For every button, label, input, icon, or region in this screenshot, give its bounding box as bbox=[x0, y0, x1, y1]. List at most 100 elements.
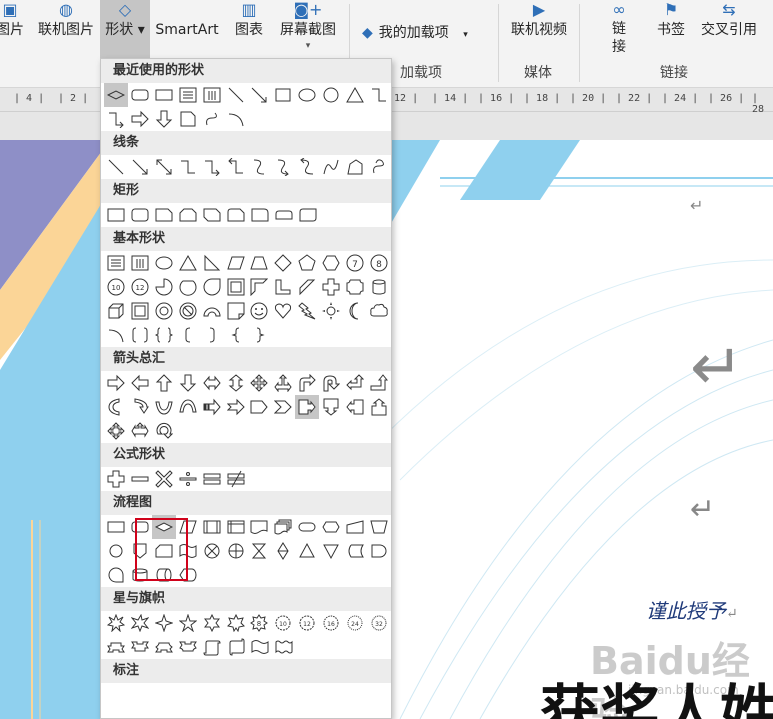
cloud-shape[interactable] bbox=[367, 299, 391, 323]
flowchart-merge-shape[interactable] bbox=[319, 539, 343, 563]
pictures-button[interactable]: ▣ 图片 bbox=[0, 0, 26, 60]
explosion-2-shape[interactable] bbox=[128, 611, 152, 635]
down-arrow-shape[interactable] bbox=[152, 107, 176, 131]
smartart-button[interactable]: SmartArt bbox=[152, 0, 222, 60]
up-down-arrow-shape[interactable] bbox=[224, 371, 248, 395]
minus-shape[interactable] bbox=[128, 467, 152, 491]
donut-shape[interactable] bbox=[152, 299, 176, 323]
screenshot-button[interactable]: ◙+ 屏幕截图 ▾ bbox=[274, 0, 342, 60]
left-right-arrow-shape[interactable] bbox=[200, 371, 224, 395]
star-6-point-shape[interactable] bbox=[200, 611, 224, 635]
bookmark-button[interactable]: ⚑ 书签 bbox=[652, 0, 690, 60]
teardrop-shape[interactable] bbox=[200, 275, 224, 299]
moon-shape[interactable] bbox=[343, 299, 367, 323]
elbow-double-arrow-connector-shape[interactable] bbox=[224, 155, 248, 179]
bevel-shape[interactable] bbox=[128, 299, 152, 323]
elbow-connector-shape[interactable] bbox=[367, 83, 391, 107]
equal-shape[interactable] bbox=[200, 467, 224, 491]
pentagon-arrow-shape[interactable] bbox=[248, 395, 272, 419]
line-shape[interactable] bbox=[224, 83, 248, 107]
cube-shape[interactable] bbox=[104, 299, 128, 323]
star-8-point-shape[interactable]: 8 bbox=[248, 611, 272, 635]
left-up-arrow-shape[interactable] bbox=[343, 371, 367, 395]
flowchart-delay-shape[interactable] bbox=[367, 539, 391, 563]
folded-corner-shape[interactable] bbox=[224, 299, 248, 323]
bent-up-arrow-shape[interactable] bbox=[367, 371, 391, 395]
pie-shape[interactable] bbox=[152, 275, 176, 299]
flowchart-preparation-shape[interactable] bbox=[319, 515, 343, 539]
star-10-point-shape[interactable]: 10 bbox=[271, 611, 295, 635]
not-equal-shape[interactable] bbox=[224, 467, 248, 491]
quad-arrow-shape[interactable] bbox=[248, 371, 272, 395]
rounded-rectangle-shape[interactable] bbox=[128, 83, 152, 107]
online-video-button[interactable]: ▶ 联机视频 bbox=[506, 0, 572, 60]
flowchart-sort-shape[interactable] bbox=[271, 539, 295, 563]
no-symbol-shape[interactable] bbox=[176, 299, 200, 323]
horizontal-scroll-shape[interactable] bbox=[224, 635, 248, 659]
curve-shape[interactable] bbox=[319, 155, 343, 179]
right-arrow-callout-shape[interactable] bbox=[295, 395, 320, 419]
striped-right-arrow-shape[interactable] bbox=[200, 395, 224, 419]
flowchart-multidocument-shape[interactable] bbox=[271, 515, 295, 539]
quad-arrow-callout-shape[interactable] bbox=[104, 419, 128, 443]
block-arc-shape[interactable] bbox=[200, 299, 224, 323]
arc-shape[interactable] bbox=[224, 107, 248, 131]
plaque-shape[interactable] bbox=[343, 275, 367, 299]
plus-shape[interactable] bbox=[104, 467, 128, 491]
chevron-shape[interactable] bbox=[271, 395, 295, 419]
round-same-side-corner-rectangle-shape[interactable] bbox=[272, 203, 296, 227]
star-32-point-shape[interactable]: 32 bbox=[367, 611, 391, 635]
dodecagon-shape[interactable]: 12 bbox=[128, 275, 152, 299]
notched-right-arrow-shape[interactable] bbox=[224, 395, 248, 419]
snip-same-side-corner-rectangle-shape[interactable] bbox=[176, 203, 200, 227]
star-24-point-shape[interactable]: 24 bbox=[343, 611, 367, 635]
rounded-rectangle-shape[interactable] bbox=[128, 203, 152, 227]
triangle-shape[interactable] bbox=[176, 251, 200, 275]
heart-shape[interactable] bbox=[271, 299, 295, 323]
circular-arrow-shape[interactable] bbox=[152, 419, 176, 443]
flowchart-document-shape[interactable] bbox=[248, 515, 272, 539]
curved-right-arrow-shape[interactable] bbox=[104, 395, 128, 419]
online-pictures-button[interactable]: ◍ 联机图片 bbox=[34, 0, 98, 60]
triangle-shape[interactable] bbox=[343, 83, 367, 107]
text-box-shape[interactable] bbox=[104, 251, 128, 275]
left-arrow-callout-shape[interactable] bbox=[343, 395, 367, 419]
line-shape[interactable] bbox=[104, 155, 128, 179]
text-box-shape[interactable] bbox=[176, 83, 200, 107]
shapes-button[interactable]: ◇ 形状 ▾ bbox=[100, 0, 150, 60]
link-button[interactable]: ∞ 链接 bbox=[606, 0, 632, 60]
diagonal-stripe-shape[interactable] bbox=[295, 275, 319, 299]
rectangle-shape[interactable] bbox=[271, 83, 295, 107]
curved-up-arrow-shape[interactable] bbox=[152, 395, 176, 419]
oval-shape[interactable] bbox=[295, 83, 319, 107]
pentagon-shape[interactable] bbox=[295, 251, 319, 275]
curved-arrow-connector-shape[interactable] bbox=[271, 155, 295, 179]
wave-shape[interactable] bbox=[248, 635, 272, 659]
u-turn-arrow-shape[interactable] bbox=[319, 371, 343, 395]
flowchart-stored-data-shape[interactable] bbox=[343, 539, 367, 563]
cross-reference-button[interactable]: ⇆ 交叉引用 bbox=[696, 0, 762, 60]
double-wave-shape[interactable] bbox=[272, 635, 296, 659]
flowchart-extract-shape[interactable] bbox=[295, 539, 319, 563]
down-arrow-callout-shape[interactable] bbox=[319, 395, 343, 419]
rectangle-shape[interactable] bbox=[104, 203, 128, 227]
round-diagonal-corner-rectangle-shape[interactable] bbox=[296, 203, 320, 227]
curved-left-arrow-shape[interactable] bbox=[128, 395, 152, 419]
chart-button[interactable]: ▥ 图表 bbox=[228, 0, 270, 60]
double-bracket-shape[interactable] bbox=[128, 323, 152, 347]
elbow-arrow-connector-shape[interactable] bbox=[104, 107, 128, 131]
my-addins-button[interactable]: ◆ 我的加载项 ▾ bbox=[362, 22, 468, 42]
flowchart-internal-storage-shape[interactable] bbox=[224, 515, 248, 539]
half-frame-shape[interactable] bbox=[248, 275, 272, 299]
can-shape[interactable] bbox=[367, 275, 391, 299]
snip-round-corner-rectangle-shape[interactable] bbox=[224, 203, 248, 227]
flowchart-predefined-process-shape[interactable] bbox=[200, 515, 224, 539]
arc-shape[interactable] bbox=[104, 323, 128, 347]
arrow-line-shape[interactable] bbox=[128, 155, 152, 179]
octagon-shape[interactable]: 8 bbox=[367, 251, 391, 275]
double-arrow-line-shape[interactable] bbox=[152, 155, 176, 179]
star-4-point-shape[interactable] bbox=[152, 611, 176, 635]
double-brace-shape[interactable] bbox=[152, 323, 176, 347]
flowchart-summing-junction-shape[interactable] bbox=[200, 539, 224, 563]
smiley-face-shape[interactable] bbox=[248, 299, 272, 323]
